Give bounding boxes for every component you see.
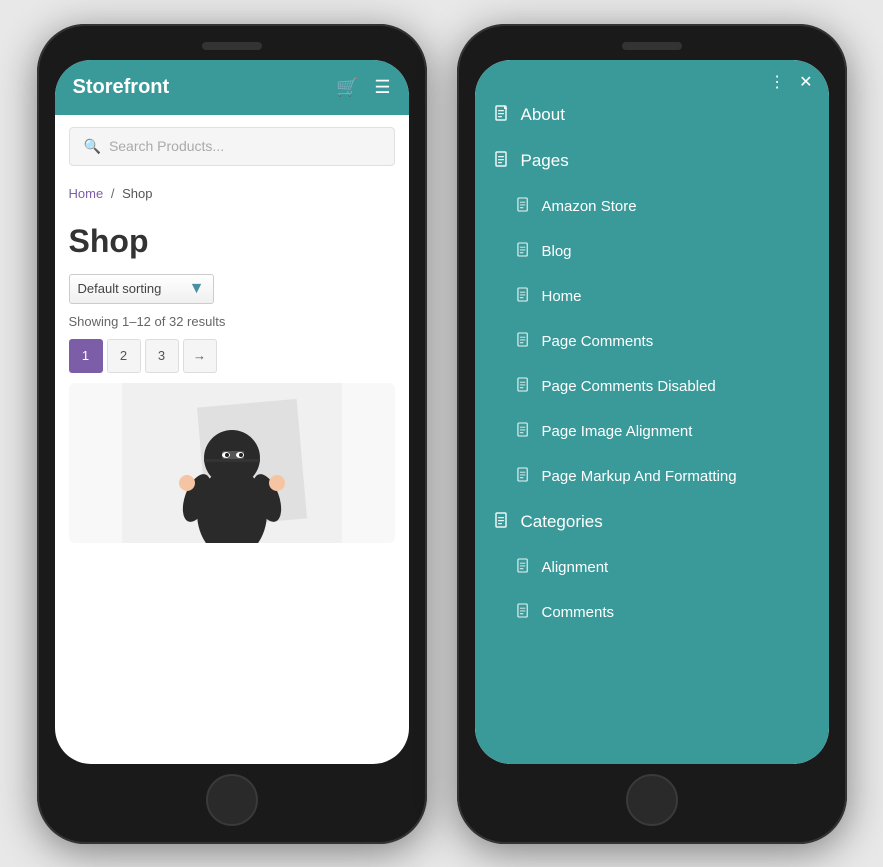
page-icon-blog — [517, 242, 530, 261]
breadcrumb-home[interactable]: Home — [69, 186, 104, 201]
nav-item-comments[interactable]: Comments — [475, 590, 829, 635]
sort-label: Default sorting — [78, 281, 162, 296]
page-icon-page-markup — [517, 467, 530, 486]
page-icon-page-comments — [517, 332, 530, 351]
page-icon-about — [495, 105, 509, 125]
product-thumbnail — [69, 383, 395, 543]
nav-item-page-comments-disabled[interactable]: Page Comments Disabled — [475, 364, 829, 409]
home-button-right[interactable] — [626, 774, 678, 826]
nav-item-categories[interactable]: Categories — [475, 499, 829, 545]
storefront-header: Storefront 🛒 ☰ — [55, 60, 409, 115]
right-phone: ⋮ ✕ About Pages — [457, 24, 847, 844]
next-page-button[interactable]: → — [183, 339, 217, 373]
nav-label-pages: Pages — [521, 151, 569, 171]
nav-label-amazon-store: Amazon Store — [542, 198, 637, 215]
header-icons: 🛒 ☰ — [336, 77, 391, 98]
nav-item-page-markup[interactable]: Page Markup And Formatting — [475, 454, 829, 499]
nav-top-bar: ⋮ ✕ — [475, 60, 829, 92]
page-icon-home — [517, 287, 530, 306]
search-icon: 🔍 — [84, 138, 101, 155]
close-icon[interactable]: ✕ — [799, 72, 812, 92]
page-icon-page-comments-disabled — [517, 377, 530, 396]
nav-item-page-image-alignment[interactable]: Page Image Alignment — [475, 409, 829, 454]
right-phone-screen: ⋮ ✕ About Pages — [475, 60, 829, 764]
nav-item-home[interactable]: Home — [475, 274, 829, 319]
page-icon-pages — [495, 151, 509, 171]
nav-label-categories: Categories — [521, 512, 603, 532]
nav-label-comments: Comments — [542, 604, 615, 621]
nav-label-blog: Blog — [542, 243, 572, 260]
sort-dropdown[interactable]: Default sorting ▼ — [69, 274, 214, 304]
dots-icon[interactable]: ⋮ — [769, 72, 785, 92]
shop-content: Shop Default sorting ▼ Showing 1–12 of 3… — [55, 209, 409, 764]
nav-item-about[interactable]: About — [475, 92, 829, 138]
cart-icon[interactable]: 🛒 — [336, 77, 358, 98]
pagination: 1 2 3 → — [69, 339, 395, 373]
nav-label-alignment: Alignment — [542, 559, 609, 576]
nav-label-page-image-alignment: Page Image Alignment — [542, 423, 693, 440]
page-icon-alignment — [517, 558, 530, 577]
nav-label-home: Home — [542, 288, 582, 305]
ninja-product-image — [122, 383, 342, 543]
left-phone-screen: Storefront 🛒 ☰ 🔍 Search Products... Home… — [55, 60, 409, 764]
search-input[interactable]: Search Products... — [109, 138, 224, 154]
nav-label-page-comments-disabled: Page Comments Disabled — [542, 378, 716, 395]
dropdown-arrow: ▼ — [189, 280, 205, 298]
nav-item-amazon-store[interactable]: Amazon Store — [475, 184, 829, 229]
page-3-button[interactable]: 3 — [145, 339, 179, 373]
shop-title: Shop — [69, 223, 395, 260]
home-button[interactable] — [206, 774, 258, 826]
page-icon-amazon — [517, 197, 530, 216]
breadcrumb-current: Shop — [122, 186, 152, 201]
navigation-menu: ⋮ ✕ About Pages — [475, 60, 829, 764]
breadcrumb-separator: / — [111, 186, 115, 201]
phone-speaker — [202, 42, 262, 50]
breadcrumb: Home / Shop — [55, 178, 409, 209]
storefront-logo: Storefront — [73, 76, 170, 99]
nav-label-page-markup: Page Markup And Formatting — [542, 468, 737, 485]
nav-item-blog[interactable]: Blog — [475, 229, 829, 274]
nav-item-pages[interactable]: Pages — [475, 138, 829, 184]
results-count: Showing 1–12 of 32 results — [69, 314, 395, 329]
page-icon-page-image-alignment — [517, 422, 530, 441]
page-1-button[interactable]: 1 — [69, 339, 103, 373]
nav-label-page-comments: Page Comments — [542, 333, 654, 350]
page-icon-categories — [495, 512, 509, 532]
left-phone: Storefront 🛒 ☰ 🔍 Search Products... Home… — [37, 24, 427, 844]
nav-item-page-comments[interactable]: Page Comments — [475, 319, 829, 364]
page-2-button[interactable]: 2 — [107, 339, 141, 373]
nav-label-about: About — [521, 105, 565, 125]
page-icon-comments — [517, 603, 530, 622]
nav-item-alignment[interactable]: Alignment — [475, 545, 829, 590]
menu-icon[interactable]: ☰ — [374, 77, 390, 98]
search-bar[interactable]: 🔍 Search Products... — [69, 127, 395, 166]
phone-speaker-right — [622, 42, 682, 50]
